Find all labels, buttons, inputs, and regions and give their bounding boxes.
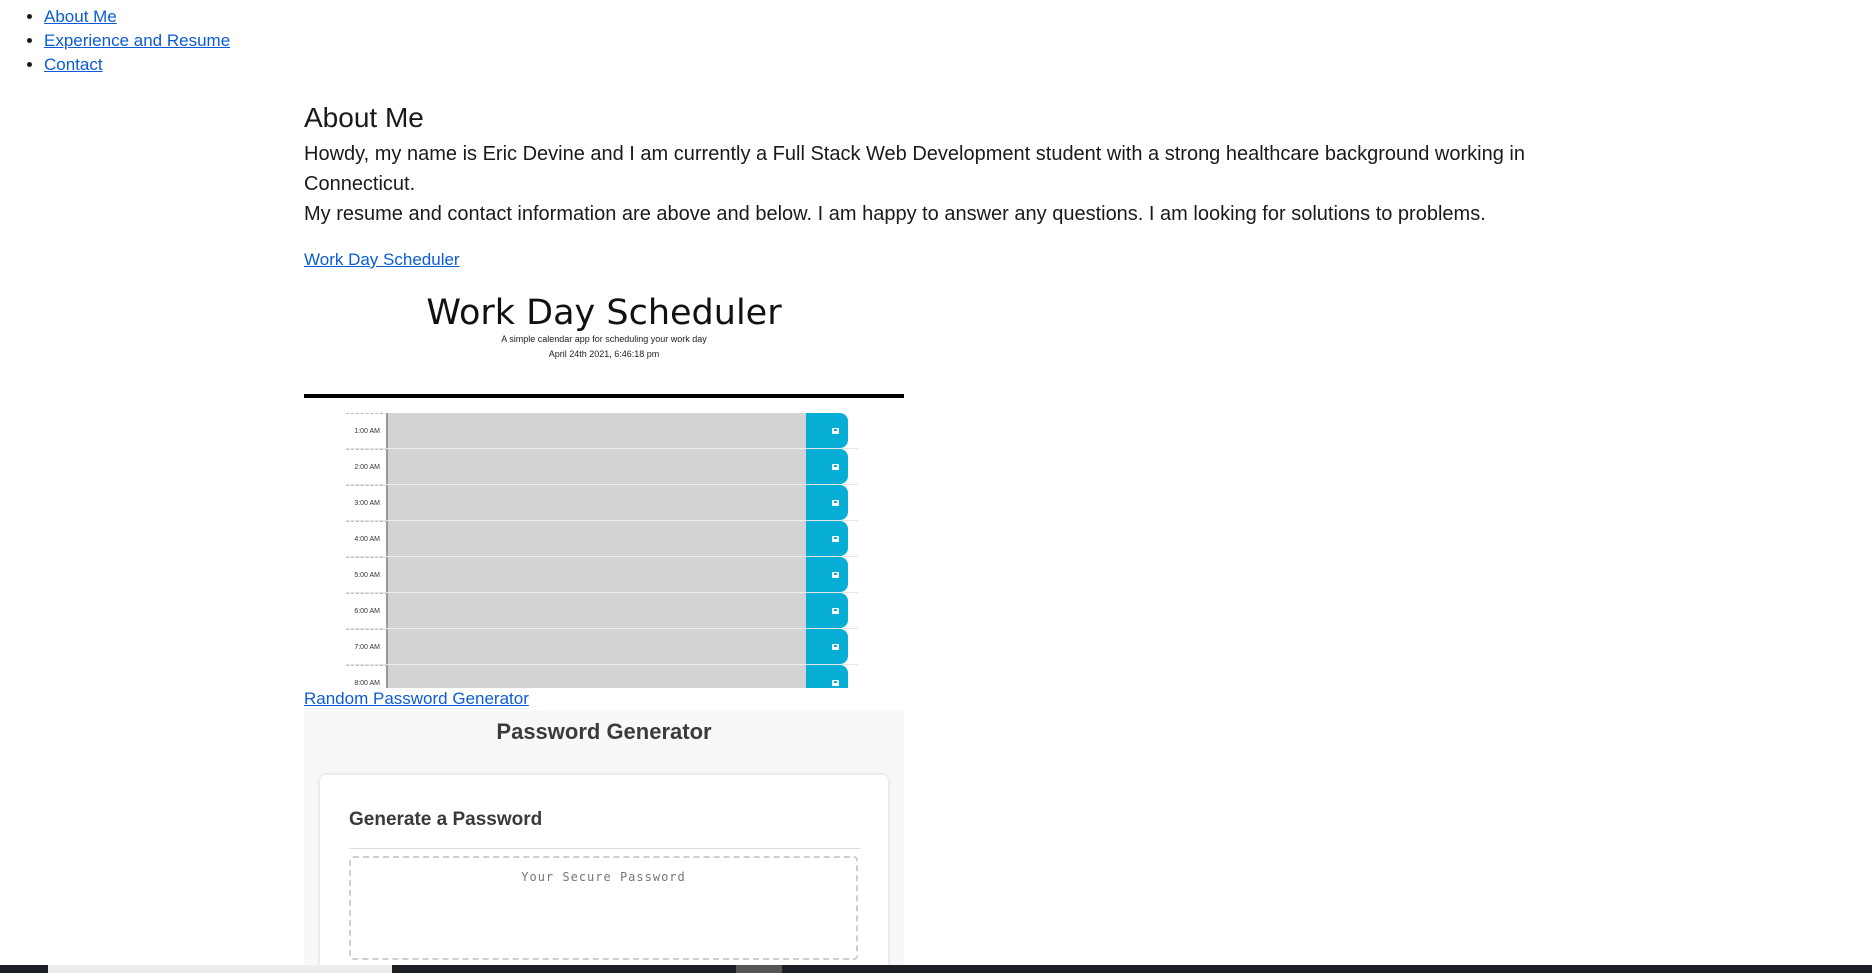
hour-textarea: [388, 665, 806, 688]
save-icon: [832, 428, 839, 434]
hour-textarea: [388, 485, 806, 521]
hour-label: 6:00 AM: [346, 593, 388, 628]
save-button: [806, 521, 848, 556]
save-button: [806, 449, 848, 484]
save-button: [806, 665, 848, 688]
nav-item-experience: Experience and Resume: [44, 29, 230, 53]
top-nav: About Me Experience and Resume Contact: [22, 5, 230, 77]
nav-link-about-me[interactable]: About Me: [44, 7, 117, 26]
save-icon: [832, 572, 839, 578]
hour-label: 5:00 AM: [346, 557, 388, 592]
hour-label: 7:00 AM: [346, 629, 388, 664]
work-day-scheduler-screenshot[interactable]: Work Day Scheduler A simple calendar app…: [304, 283, 904, 688]
scheduler-divider: [304, 394, 904, 398]
save-icon: [832, 608, 839, 614]
taskbar-active-app[interactable]: [736, 965, 782, 973]
hour-label: 2:00 AM: [346, 449, 388, 484]
password-card-heading: Generate a Password: [349, 809, 543, 830]
hour-textarea: [388, 557, 806, 593]
password-textarea: Your Secure Password: [349, 856, 858, 960]
scheduler-row: 5:00 AM: [346, 557, 858, 593]
save-icon: [832, 536, 839, 542]
scheduler-date: April 24th 2021, 6:46:18 pm: [548, 349, 660, 359]
card-divider: [349, 848, 860, 849]
password-generator-title: Password Generator: [496, 719, 712, 744]
scheduler-row: 2:00 AM: [346, 449, 858, 485]
scheduler-row: 3:00 AM: [346, 485, 858, 521]
save-button: [806, 485, 848, 520]
password-placeholder: Your Secure Password: [521, 870, 686, 884]
nav-link-experience-resume[interactable]: Experience and Resume: [44, 31, 230, 50]
about-section: About Me Howdy, my name is Eric Devine a…: [304, 98, 1564, 229]
about-paragraph-2: My resume and contact information are ab…: [304, 203, 1486, 225]
taskbar-search[interactable]: [48, 965, 392, 973]
save-button: [806, 593, 848, 628]
save-button: [806, 557, 848, 592]
hour-textarea: [388, 521, 806, 557]
hour-textarea: [388, 629, 806, 665]
scheduler-row: 7:00 AM: [346, 629, 858, 665]
work-day-scheduler-link[interactable]: Work Day Scheduler: [304, 250, 460, 270]
save-button: [806, 413, 848, 448]
nav-item-about: About Me: [44, 5, 230, 29]
hour-label: 1:00 AM: [346, 413, 388, 448]
about-heading: About Me: [304, 102, 424, 133]
scheduler-title: Work Day Scheduler: [426, 293, 782, 333]
hour-label: 8:00 AM: [346, 665, 388, 688]
save-icon: [832, 464, 839, 470]
scheduler-row: 8:00 AM: [346, 665, 858, 688]
hour-label: 4:00 AM: [346, 521, 388, 556]
hour-label: 3:00 AM: [346, 485, 388, 520]
scheduler-subtitle: A simple calendar app for scheduling you…: [501, 334, 707, 344]
hour-textarea: [388, 413, 806, 449]
password-generator-screenshot[interactable]: Password Generator Generate a Password Y…: [304, 711, 904, 973]
scheduler-row: 6:00 AM: [346, 593, 858, 629]
save-icon: [832, 680, 839, 686]
save-icon: [832, 644, 839, 650]
save-button: [806, 629, 848, 664]
password-generator-link[interactable]: Random Password Generator: [304, 689, 529, 709]
hour-textarea: [388, 593, 806, 629]
nav-link-contact[interactable]: Contact: [44, 55, 103, 74]
scheduler-rows: 1:00 AM 2:00 AM 3:00 AM 4:00 AM 5:00 AM …: [346, 413, 858, 688]
password-card: Generate a Password Your Secure Password: [320, 775, 888, 973]
scheduler-row: 1:00 AM: [346, 413, 858, 449]
save-icon: [832, 500, 839, 506]
scheduler-row: 4:00 AM: [346, 521, 858, 557]
hour-textarea: [388, 449, 806, 485]
about-paragraph-1: Howdy, my name is Eric Devine and I am c…: [304, 143, 1525, 195]
nav-item-contact: Contact: [44, 53, 230, 77]
